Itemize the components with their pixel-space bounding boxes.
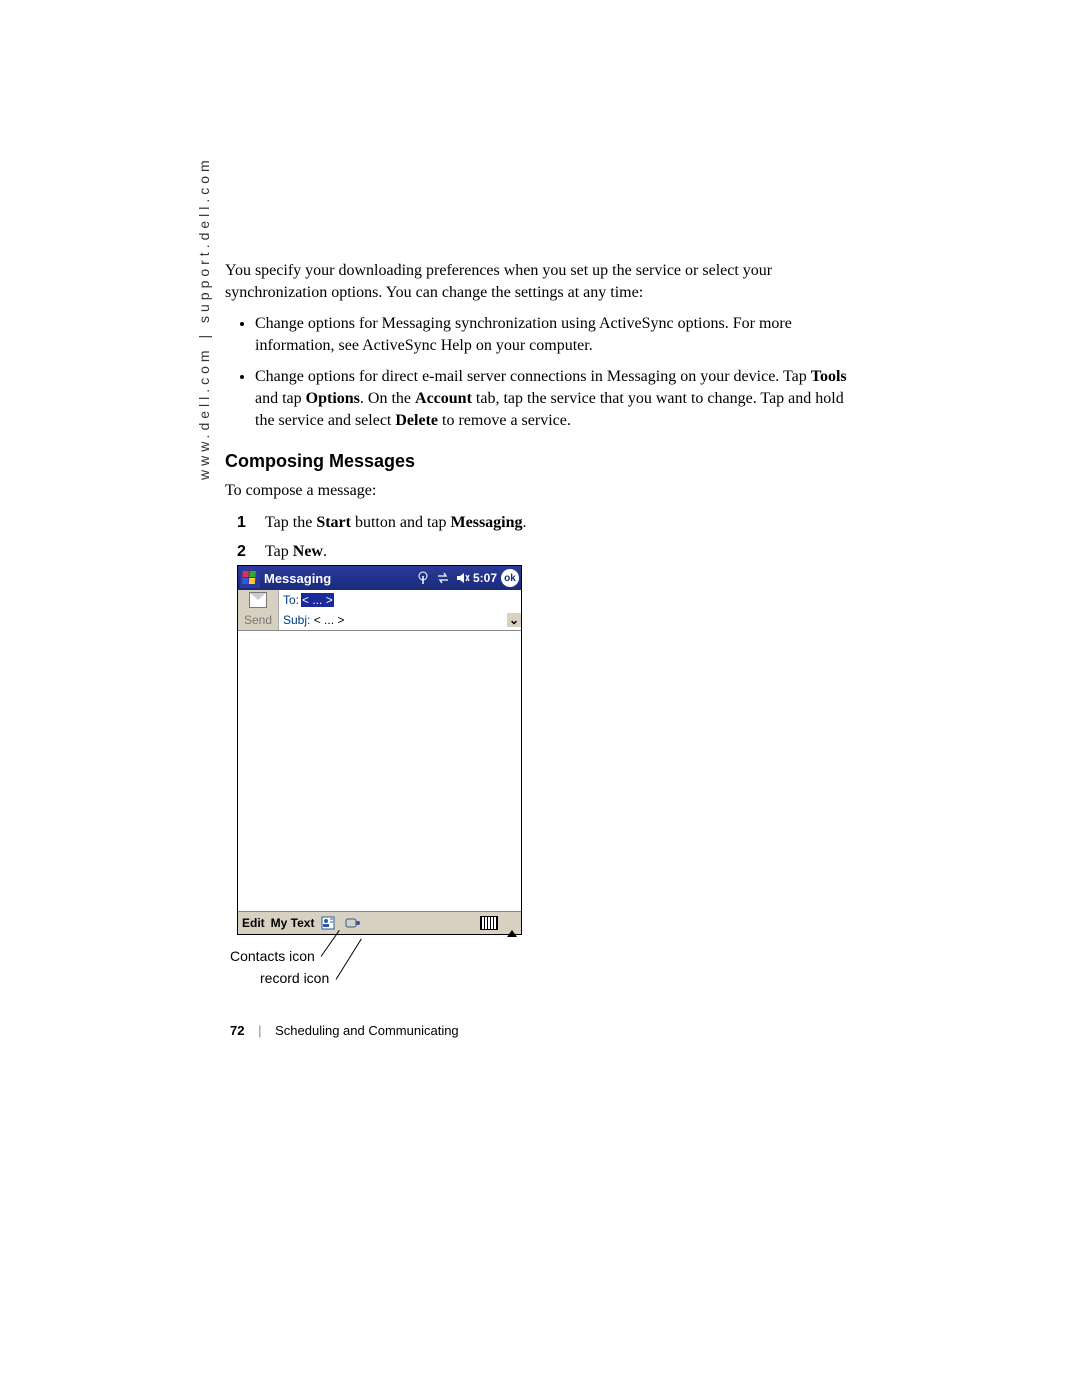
to-label: To: (283, 593, 299, 607)
envelope-icon[interactable] (238, 590, 279, 610)
callout-line (336, 939, 362, 980)
intro-paragraph: You specify your downloading preferences… (225, 260, 865, 303)
antenna-icon[interactable] (415, 570, 431, 586)
clock-time: 5:07 (473, 571, 497, 585)
chevron-down-icon[interactable]: ⌄ (507, 613, 521, 627)
device-screenshot: Messaging 5:07 ok To: < ... > Se (237, 565, 522, 935)
keyboard-icon[interactable] (480, 916, 498, 930)
step-item: Tap New. (255, 541, 865, 563)
page-number: 72 (230, 1023, 244, 1038)
start-icon[interactable] (240, 568, 260, 588)
bullet-item: Change options for Messaging synchroniza… (255, 313, 865, 356)
menu-up-icon[interactable] (504, 916, 517, 930)
section-title: Scheduling and Communicating (275, 1023, 459, 1038)
to-field[interactable]: < ... > (301, 593, 334, 607)
message-body[interactable] (238, 631, 521, 911)
edit-menu[interactable]: Edit (242, 916, 265, 930)
device-titlebar: Messaging 5:07 ok (238, 566, 521, 590)
subj-label: Subj: (283, 613, 310, 627)
send-button[interactable]: Send (238, 610, 279, 630)
subj-field[interactable]: < ... > (314, 613, 345, 627)
record-icon[interactable] (344, 916, 362, 930)
mytext-menu[interactable]: My Text (271, 916, 315, 930)
steps-list: Tap the Start button and tap Messaging. … (225, 512, 865, 563)
ok-button[interactable]: ok (501, 569, 519, 587)
main-content: You specify your downloading preferences… (225, 260, 865, 571)
speaker-icon[interactable] (455, 570, 471, 586)
contacts-icon[interactable] (320, 916, 338, 930)
compose-intro: To compose a message: (225, 480, 865, 502)
app-title: Messaging (264, 571, 413, 586)
record-callout: record icon (260, 970, 329, 986)
bullet-list: Change options for Messaging synchroniza… (225, 313, 865, 431)
page-footer: 72 | Scheduling and Communicating (230, 1023, 459, 1038)
compose-header: To: < ... > Send Subj: < ... > ⌄ (238, 590, 521, 631)
section-heading: Composing Messages (225, 451, 865, 472)
contacts-callout: Contacts icon (230, 948, 315, 964)
device-bottom-bar: Edit My Text (238, 911, 521, 934)
sidebar-url: www.dell.com | support.dell.com (196, 156, 212, 480)
step-item: Tap the Start button and tap Messaging. (255, 512, 865, 534)
sync-icon[interactable] (435, 570, 451, 586)
bullet-item: Change options for direct e-mail server … (255, 366, 865, 431)
